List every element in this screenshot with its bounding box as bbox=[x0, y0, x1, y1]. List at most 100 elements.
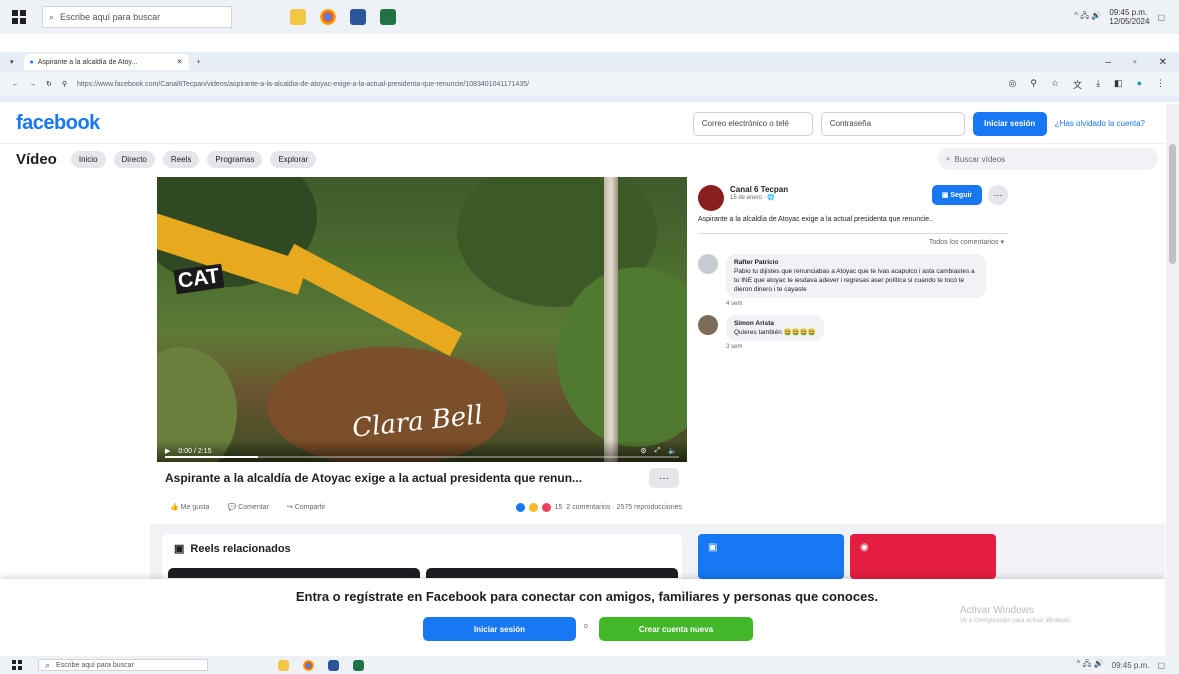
video-title: Aspirante a la alcaldía de Atoyac exige … bbox=[165, 471, 583, 485]
close-window-icon[interactable]: ✕ bbox=[1159, 57, 1167, 68]
video-search-input[interactable]: ⌕ Buscar vídeos bbox=[938, 148, 1158, 170]
facebook-header: facebook Correo electrónico o telé Contr… bbox=[0, 104, 1165, 144]
avatar[interactable] bbox=[698, 185, 724, 211]
fullscreen-icon[interactable]: ⤢ bbox=[655, 447, 661, 455]
facebook-logo[interactable]: facebook bbox=[16, 112, 100, 135]
tab-explorar[interactable]: Explorar bbox=[270, 150, 317, 168]
play-icon[interactable]: ▶ bbox=[165, 447, 170, 455]
comment-item: Simon Arista Quieres también 🤮🤮🤮🤮 bbox=[694, 307, 1012, 341]
scrollbar-thumb[interactable] bbox=[1169, 144, 1176, 264]
comment-time[interactable]: 4 sem bbox=[694, 298, 1012, 307]
reel-thumbnail[interactable] bbox=[168, 568, 420, 578]
related-reels-card: ▣ Reels relacionados bbox=[162, 534, 682, 584]
video-time: 0:00 / 2:15 bbox=[178, 447, 212, 455]
taskbar-search-input[interactable]: ⌕ Escribe aquí para buscar bbox=[38, 659, 208, 671]
browser-window: ▾ ● Aspirante a la alcaldía de Atoy... ✕… bbox=[0, 52, 1179, 102]
like-button[interactable]: 👍 Me gusta bbox=[170, 503, 209, 511]
zoom-icon[interactable]: ⚲ bbox=[1030, 78, 1037, 91]
notifications-icon[interactable]: ▢ bbox=[1157, 13, 1165, 22]
site-info-icon[interactable]: ⚲ bbox=[62, 80, 67, 88]
tab-programas[interactable]: Programas bbox=[207, 150, 263, 168]
browser-tab[interactable]: ● Aspirante a la alcaldía de Atoy... ✕ bbox=[23, 54, 189, 70]
tab-directo[interactable]: Directo bbox=[113, 150, 155, 168]
share-button[interactable]: ↪ Compartir bbox=[287, 503, 326, 511]
comment-author[interactable]: Simon Arista bbox=[734, 319, 816, 328]
lens-icon[interactable]: ◎ bbox=[1009, 78, 1017, 91]
comment-item: Rafter Patricio Pabio tu dijistes que re… bbox=[694, 246, 1012, 298]
clock-date: 12/05/2024 bbox=[1109, 17, 1150, 26]
address-bar[interactable]: https://www.facebook.com/Canal6Tecpan/vi… bbox=[77, 81, 657, 88]
promo-card-blue[interactable]: ▣ bbox=[698, 534, 844, 579]
login-button[interactable]: Iniciar sesión bbox=[972, 111, 1047, 136]
login-prompt-overlay: Entra o regístrate en Facebook para cone… bbox=[0, 579, 1165, 656]
system-tray-icons[interactable]: ^ 🖧 🔊 bbox=[1074, 10, 1101, 24]
forward-icon[interactable]: → bbox=[29, 81, 36, 88]
taskbar-search-input[interactable]: ⌕ Escribe aquí para buscar bbox=[42, 6, 232, 28]
excel-icon[interactable] bbox=[380, 9, 396, 25]
email-field[interactable]: Correo electrónico o telé bbox=[692, 111, 813, 136]
bookmark-star-icon[interactable]: ☆ bbox=[1051, 78, 1059, 91]
download-icon[interactable]: ⤓ bbox=[1096, 78, 1100, 91]
avatar[interactable] bbox=[698, 315, 718, 335]
word-icon[interactable] bbox=[328, 659, 339, 671]
windows-start-icon[interactable] bbox=[12, 10, 26, 24]
reload-icon[interactable]: ↻ bbox=[46, 80, 52, 88]
back-icon[interactable]: ← bbox=[12, 81, 19, 88]
forgot-account-link[interactable]: ¿Has olvidado la cuenta? bbox=[1055, 119, 1145, 128]
password-field[interactable]: Contraseña bbox=[820, 111, 965, 136]
browser-menu-icon[interactable]: ⋮ bbox=[1156, 78, 1165, 91]
clock-time: 09:45 p.m. bbox=[1111, 660, 1150, 670]
cat-logo: CAT bbox=[173, 263, 225, 295]
video-promo-icon: ▣ bbox=[708, 542, 718, 553]
minimize-icon[interactable]: – bbox=[1106, 57, 1112, 68]
maximize-icon[interactable]: ▫ bbox=[1133, 57, 1137, 68]
page-name[interactable]: Canal 6 Tecpan bbox=[730, 185, 788, 194]
post-options-button[interactable]: ··· bbox=[988, 185, 1008, 205]
comments-filter[interactable]: Todos los comentarios ▾ bbox=[694, 234, 1012, 246]
post-date[interactable]: 15 de enero · 🌐 bbox=[730, 194, 788, 201]
tab-inicio[interactable]: Inicio bbox=[70, 150, 106, 168]
volume-icon[interactable]: 🔈 bbox=[668, 447, 677, 455]
chrome-icon[interactable] bbox=[303, 659, 314, 671]
windows-taskbar-bottom: ⌕ Escribe aquí para buscar ^ 🖧 🔊 09:45 p… bbox=[0, 656, 1179, 674]
post-description: Aspirante a la alcaldía de Atoyac exige … bbox=[698, 216, 934, 223]
follow-button[interactable]: ▣ Seguir bbox=[932, 185, 982, 205]
video-stats[interactable]: 2 comentarios · 2575 reproducciones bbox=[566, 504, 682, 511]
live-promo-icon: ◉ bbox=[860, 542, 869, 553]
windows-start-icon[interactable] bbox=[12, 660, 22, 670]
settings-icon[interactable]: ⚙ bbox=[640, 447, 646, 455]
reels-icon: ▣ bbox=[174, 543, 185, 555]
comment-author[interactable]: Rafter Patricio bbox=[734, 258, 978, 267]
video-progress-bar[interactable] bbox=[165, 456, 679, 458]
search-icon: ⌕ bbox=[45, 659, 51, 670]
comment-time[interactable]: 3 sem bbox=[694, 341, 1012, 350]
page-scrollbar[interactable] bbox=[1166, 104, 1179, 656]
promo-card-red[interactable]: ◉ bbox=[850, 534, 996, 579]
system-tray-icons[interactable]: ^ 🖧 🔊 bbox=[1077, 658, 1104, 672]
profile-icon[interactable]: ● bbox=[1137, 78, 1142, 91]
reactions-count[interactable]: 15 bbox=[555, 504, 563, 511]
login-prompt-text: Entra o regístrate en Facebook para cone… bbox=[295, 589, 879, 604]
file-explorer-icon[interactable] bbox=[290, 9, 306, 25]
video-progress-fill bbox=[165, 456, 258, 458]
close-tab-icon[interactable]: ✕ bbox=[177, 58, 183, 66]
haha-reaction-icon bbox=[528, 502, 538, 512]
excel-icon[interactable] bbox=[353, 659, 364, 671]
more-options-button[interactable]: ··· bbox=[649, 468, 679, 488]
translate-icon[interactable]: 文 bbox=[1073, 78, 1082, 91]
chrome-icon[interactable] bbox=[320, 9, 336, 25]
avatar[interactable] bbox=[698, 254, 718, 274]
windows-taskbar-top: ⌕ Escribe aquí para buscar ^ 🖧 🔊 09:45 p… bbox=[0, 0, 1179, 34]
tab-reels[interactable]: Reels bbox=[162, 150, 200, 168]
reel-thumbnail[interactable] bbox=[426, 568, 678, 578]
comment-button[interactable]: 💬 Comentar bbox=[227, 503, 268, 511]
sidebar-icon[interactable]: ◧ bbox=[1114, 78, 1123, 91]
tab-search-icon[interactable]: ▾ bbox=[10, 58, 14, 66]
new-tab-icon[interactable]: + bbox=[197, 59, 201, 66]
notifications-icon[interactable]: ▢ bbox=[1157, 661, 1165, 670]
word-icon[interactable] bbox=[350, 9, 366, 25]
overlay-login-button[interactable]: Iniciar sesión bbox=[423, 617, 576, 641]
video-player[interactable]: CAT Clara Bell ▶ 0:00 / 2:15 ⚙ ⤢ 🔈 bbox=[157, 177, 687, 462]
create-account-button[interactable]: Crear cuenta nueva bbox=[599, 617, 753, 641]
file-explorer-icon[interactable] bbox=[278, 659, 289, 671]
